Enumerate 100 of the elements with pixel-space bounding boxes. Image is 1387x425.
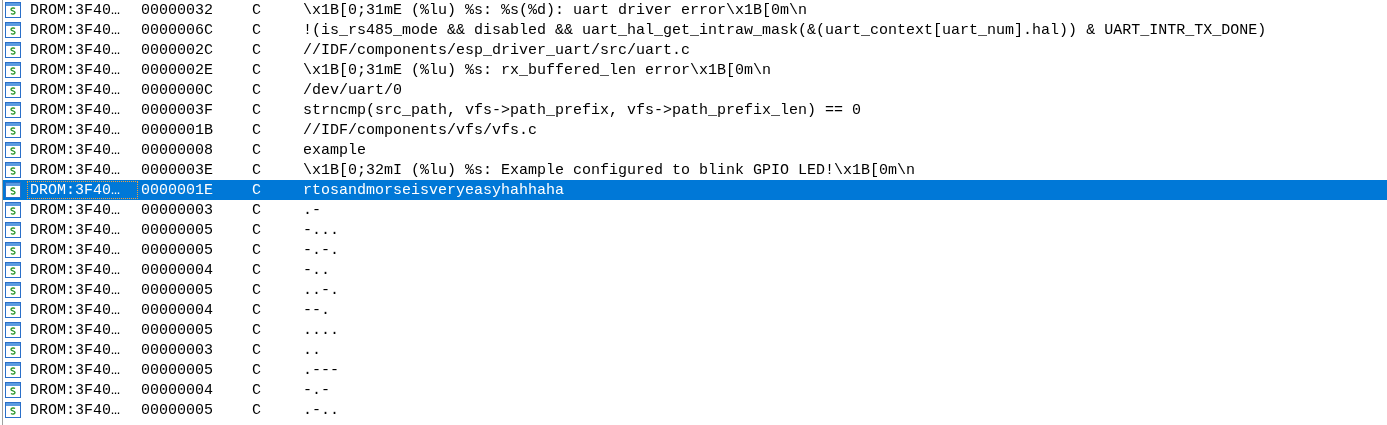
length-cell-text: 00000005 [140, 221, 214, 239]
string-row[interactable]: DROM:3F40… 0000001E C rtosandmorseisveryeasyhahhaha [3, 180, 1387, 200]
type-cell-text: C [251, 241, 262, 259]
string-icon [5, 162, 21, 178]
string-cell-text: ..-. [302, 281, 340, 299]
type-cell-text: C [251, 261, 262, 279]
string-cell-text: .... [302, 321, 340, 339]
address-cell-text: DROM:3F40… [29, 41, 121, 59]
type-cell-text: C [251, 301, 262, 319]
string-icon [5, 102, 21, 118]
address-cell-text: DROM:3F40… [29, 241, 121, 259]
string-cell-text: example [302, 141, 367, 159]
length-cell-text: 0000001B [140, 121, 214, 139]
address-cell-text: DROM:3F40… [29, 361, 121, 379]
address-cell-text: DROM:3F40… [29, 61, 121, 79]
string-row[interactable]: DROM:3F40… 0000003F C strncmp(src_path, vfs->path_prefix, vfs->path_prefix_len) == 0 [3, 100, 1387, 120]
string-cell-text: .. [302, 341, 322, 359]
address-cell-text: DROM:3F40… [29, 21, 121, 39]
length-cell-text: 00000003 [140, 201, 214, 219]
string-row[interactable]: DROM:3F40… 00000003 C .- [3, 200, 1387, 220]
string-cell-text: .- [302, 201, 322, 219]
type-cell-text: C [251, 21, 262, 39]
address-cell-text: DROM:3F40… [29, 281, 121, 299]
string-row[interactable]: DROM:3F40… 0000003E C \x1B[0;32mI (%lu) %s: Example configured to blink GPIO LED!\x1B[0m\n [3, 160, 1387, 180]
string-icon [5, 282, 21, 298]
type-cell-text: C [251, 141, 262, 159]
string-icon [5, 62, 21, 78]
length-cell-text: 00000032 [140, 1, 214, 19]
string-row[interactable]: DROM:3F40… 0000006C C !(is_rs485_mode && disabled && uart_hal_get_intraw_mask(&(uart_context[uart_num].hal)) & UART_INTR_TX_DONE) [3, 20, 1387, 40]
length-cell-text: 0000003E [140, 161, 214, 179]
address-cell: DROM:3F40… [27, 181, 138, 199]
string-icon [5, 202, 21, 218]
string-cell-text: .-.. [302, 401, 340, 419]
string-cell-text: !(is_rs485_mode && disabled && uart_hal_get_intraw_mask(&(uart_context[uart_num].hal)) & UART_INTR_TX_DONE) [302, 21, 1268, 39]
string-cell-text: /dev/uart/0 [302, 81, 404, 99]
address-cell-text: DROM:3F40… [29, 81, 121, 99]
address-cell-text: DROM:3F40… [29, 301, 121, 319]
string-row[interactable]: DROM:3F40… 0000001B C //IDF/components/vfs/vfs.c [3, 120, 1387, 140]
string-row[interactable]: DROM:3F40… 00000003 C .. [3, 340, 1387, 360]
string-cell-text: -.-. [302, 241, 340, 259]
address-cell-text: DROM:3F40… [29, 1, 121, 19]
type-cell-text: C [251, 221, 262, 239]
type-cell-text: C [251, 341, 262, 359]
address-cell-text: DROM:3F40… [29, 221, 121, 239]
length-cell-text: 00000005 [140, 281, 214, 299]
string-cell-text: \x1B[0;32mI (%lu) %s: Example configured to blink GPIO LED!\x1B[0m\n [302, 161, 917, 179]
type-cell-text: C [251, 201, 262, 219]
length-cell-text: 00000005 [140, 361, 214, 379]
length-cell-text: 0000002E [140, 61, 214, 79]
type-cell-text: C [251, 81, 262, 99]
length-cell-text: 00000004 [140, 301, 214, 319]
string-row[interactable]: DROM:3F40… 00000005 C .-.. [3, 400, 1387, 420]
type-cell-text: C [251, 161, 262, 179]
string-row[interactable]: DROM:3F40… 0000000C C /dev/uart/0 [3, 80, 1387, 100]
string-cell-text: //IDF/components/esp_driver_uart/src/uart.c [302, 41, 692, 59]
length-cell-text: 00000003 [140, 341, 214, 359]
string-icon [5, 382, 21, 398]
string-row[interactable]: DROM:3F40… 0000002E C \x1B[0;31mE (%lu) %s: rx_buffered_len error\x1B[0m\n [3, 60, 1387, 80]
string-row[interactable]: DROM:3F40… 00000005 C -... [3, 220, 1387, 240]
string-cell-text: -... [302, 221, 340, 239]
type-cell-text: C [251, 61, 262, 79]
string-row[interactable]: DROM:3F40… 00000005 C -.-. [3, 240, 1387, 260]
string-cell-text: \x1B[0;31mE (%lu) %s: rx_buffered_len error\x1B[0m\n [302, 61, 773, 79]
length-cell-text: 0000001E [140, 181, 214, 199]
type-cell-text: C [251, 1, 262, 19]
string-cell-text: \x1B[0;31mE (%lu) %s: %s(%d): uart driver error\x1B[0m\n [302, 1, 809, 19]
string-icon [5, 42, 21, 58]
string-row[interactable]: DROM:3F40… 00000005 C .... [3, 320, 1387, 340]
string-icon [5, 302, 21, 318]
string-row[interactable]: DROM:3F40… 00000004 C --. [3, 300, 1387, 320]
string-row[interactable]: DROM:3F40… 00000004 C -.- [3, 380, 1387, 400]
string-row[interactable]: DROM:3F40… 00000005 C .--- [3, 360, 1387, 380]
address-cell-text: DROM:3F40… [29, 321, 121, 339]
address-cell-text: DROM:3F40… [29, 381, 121, 399]
string-row[interactable]: DROM:3F40… 00000005 C ..-. [3, 280, 1387, 300]
address-cell-text: DROM:3F40… [29, 341, 121, 359]
length-cell-text: 00000004 [140, 381, 214, 399]
address-cell-text: DROM:3F40… [29, 201, 121, 219]
length-cell-text: 00000005 [140, 241, 214, 259]
string-cell-text: strncmp(src_path, vfs->path_prefix, vfs->path_prefix_len) == 0 [302, 101, 863, 119]
string-row[interactable]: DROM:3F40… 00000004 C -.. [3, 260, 1387, 280]
type-cell-text: C [251, 281, 262, 299]
string-icon [5, 262, 21, 278]
type-cell-text: C [251, 121, 262, 139]
string-cell-text: .--- [302, 361, 340, 379]
address-cell-text: DROM:3F40… [29, 101, 121, 119]
type-cell-text: C [251, 361, 262, 379]
string-cell-text: rtosandmorseisveryeasyhahhaha [302, 181, 566, 199]
string-row[interactable]: DROM:3F40… 0000002C C //IDF/components/esp_driver_uart/src/uart.c [3, 40, 1387, 60]
string-row[interactable]: DROM:3F40… 00000032 C \x1B[0;31mE (%lu) %s: %s(%d): uart driver error\x1B[0m\n [3, 0, 1387, 20]
string-cell-text: --. [302, 301, 331, 319]
string-icon [5, 402, 21, 418]
string-cell-text: -.. [302, 261, 331, 279]
address-cell-text: DROM:3F40… [29, 121, 121, 139]
type-cell-text: C [251, 321, 262, 339]
string-icon [5, 22, 21, 38]
string-row[interactable]: DROM:3F40… 00000008 C example [3, 140, 1387, 160]
string-icon [5, 2, 21, 18]
string-icon [5, 182, 21, 198]
string-cell-text: //IDF/components/vfs/vfs.c [302, 121, 539, 139]
